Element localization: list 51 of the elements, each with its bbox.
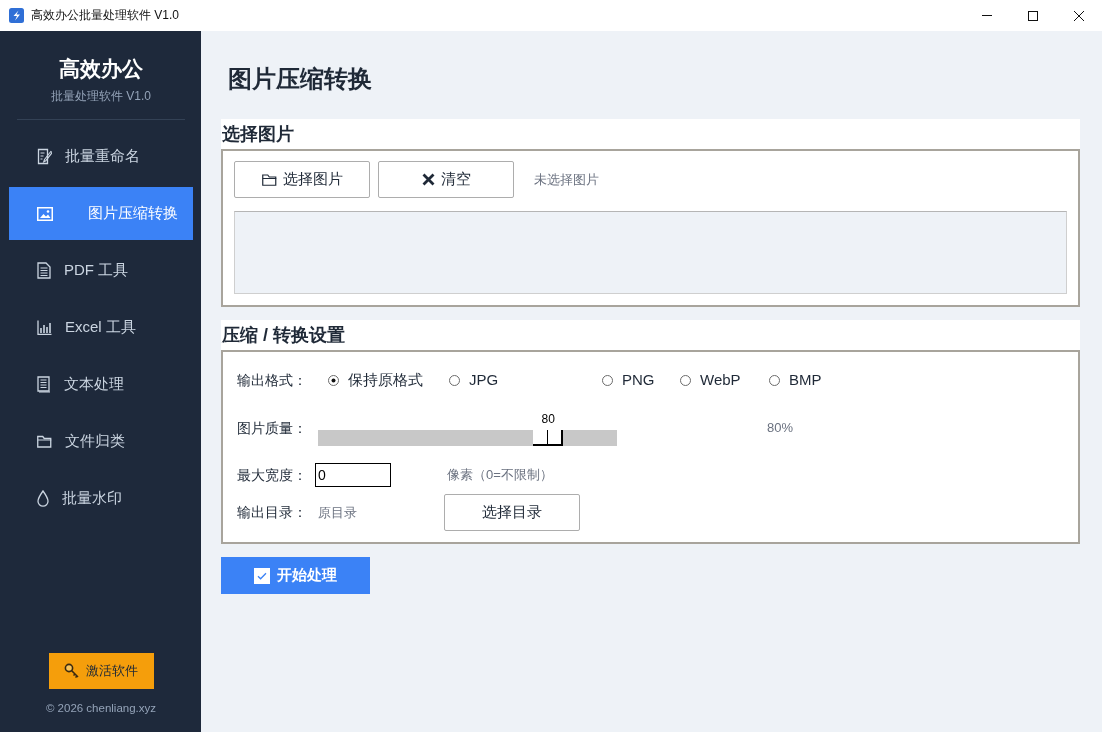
bar-chart-icon <box>37 320 52 335</box>
key-icon <box>64 663 80 679</box>
brand-subtitle: 批量处理软件 V1.0 <box>50 88 152 104</box>
radio-option[interactable]: 保持原格式 <box>318 368 439 392</box>
status-text: 未选择图片 <box>534 170 599 189</box>
page-title: 图片压缩转换 <box>228 64 373 94</box>
brand-title: 高效办公 <box>58 56 144 82</box>
hint-text: 像素（0=不限制） <box>447 466 553 485</box>
select-images-button[interactable]: 选择图片 <box>234 161 370 198</box>
sidebar-item[interactable]: 批量重命名 <box>9 130 193 183</box>
field-label: 输出目录： <box>237 503 308 522</box>
close-icon <box>1074 10 1084 21</box>
copyright-text: © 2026 chenliang.xyz <box>44 701 158 716</box>
sidebar-item[interactable]: 文件归类 <box>9 415 193 468</box>
radio-option[interactable]: JPG <box>439 368 592 392</box>
app-icon <box>9 8 24 23</box>
quality-reading: 80% <box>767 419 794 437</box>
radio-option[interactable]: PNG <box>592 368 670 392</box>
field-label: 最大宽度： <box>237 465 308 485</box>
droplet-icon <box>37 490 49 507</box>
sidebar-item[interactable]: Excel 工具 <box>9 301 193 354</box>
field-label: 图片质量： <box>237 419 308 438</box>
picture-icon <box>37 206 53 221</box>
width-input[interactable]: 0 <box>315 463 391 487</box>
document-icon <box>37 376 51 393</box>
slider-track[interactable] <box>318 430 617 446</box>
sidebar-item[interactable]: 图片压缩转换 <box>9 187 193 240</box>
minimize-icon <box>982 15 992 16</box>
choose-directory-button[interactable]: 选择目录 <box>444 494 580 531</box>
checkbox-icon <box>254 567 270 584</box>
window-title: 高效办公批量处理软件 V1.0 <box>31 7 180 24</box>
radio-option[interactable]: WebP <box>670 368 759 392</box>
folder-icon <box>37 435 52 448</box>
note-pencil-icon <box>37 148 52 165</box>
folder-icon <box>261 173 277 186</box>
section-title: 选择图片 <box>221 119 1080 149</box>
sidebar-item[interactable]: 文本处理 <box>9 358 193 411</box>
close-icon <box>421 173 435 186</box>
slider-value: 80 <box>541 412 555 426</box>
directory-value: 原目录 <box>318 503 358 522</box>
clear-button[interactable]: 清空 <box>378 161 514 198</box>
sidebar-item[interactable]: 批量水印 <box>9 472 193 525</box>
maximize-icon <box>1028 10 1038 21</box>
radio-option[interactable]: BMP <box>759 368 822 392</box>
slider-thumb[interactable] <box>533 430 564 446</box>
activate-button[interactable]: 激活软件 <box>48 653 154 689</box>
field-label: 输出格式： <box>237 370 308 390</box>
start-button[interactable]: 开始处理 <box>221 557 370 594</box>
section-title: 压缩 / 转换设置 <box>221 320 1080 350</box>
document-icon <box>37 262 51 279</box>
sidebar-item[interactable]: PDF 工具 <box>9 244 193 297</box>
